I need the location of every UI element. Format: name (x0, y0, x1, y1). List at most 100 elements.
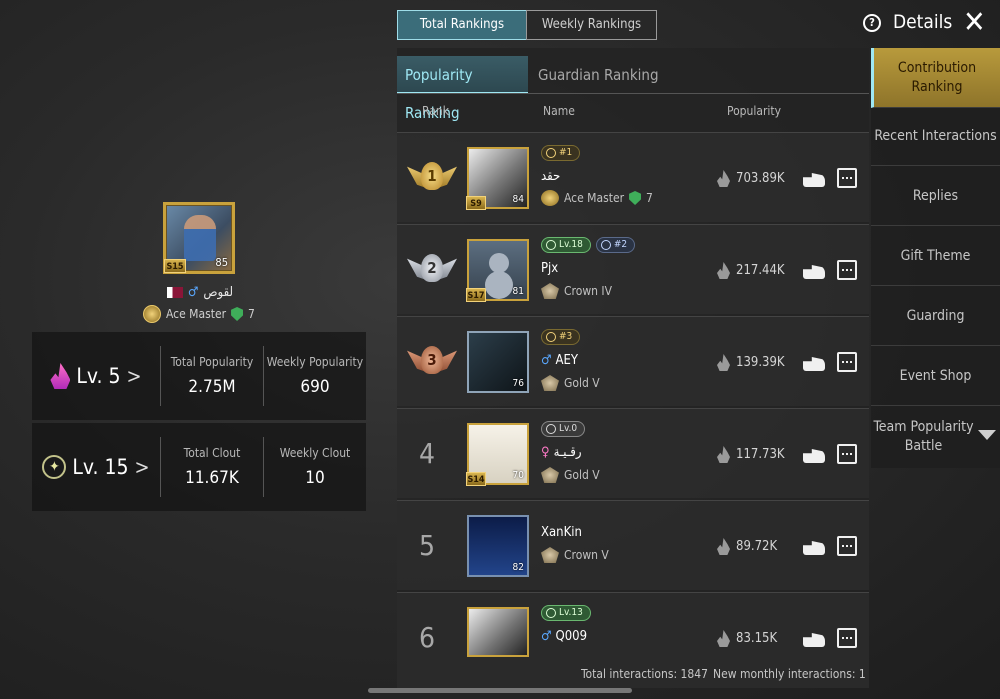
tag-row: #1 (541, 145, 581, 161)
season-badge: S14 (466, 472, 486, 486)
tag-text: Lv.13 (559, 607, 583, 618)
total-interactions: Total interactions: 1847 (581, 667, 708, 681)
table-row[interactable]: 4 S14 70 Lv.0 ♀ رقـيـة Gold V 117.73K (397, 408, 869, 498)
popularity-level: Lv. 5 (76, 364, 121, 388)
interact-hand-icon[interactable] (803, 259, 825, 281)
popularity-text: 83.15K (736, 631, 778, 646)
profile-name: لقوص (203, 285, 234, 300)
avatar[interactable]: 82 (467, 515, 529, 577)
message-icon[interactable] (837, 628, 857, 648)
tag-text: #3 (559, 331, 573, 342)
interact-hand-icon[interactable] (803, 167, 825, 189)
player-name: XanKin (541, 525, 582, 540)
popularity-level-button[interactable]: Lv. 5 > (32, 363, 160, 389)
tag-row: Lv.13 (541, 605, 591, 621)
chevron-down-icon[interactable] (978, 430, 996, 440)
tab-total-rankings[interactable]: Total Rankings (397, 10, 527, 40)
avatar[interactable]: S9 84 (466, 147, 529, 210)
avatar[interactable]: S17 81 (466, 239, 529, 302)
rank-medal-silver: 2 (407, 250, 457, 290)
interact-hand-icon[interactable] (803, 627, 825, 649)
avatar[interactable]: 76 (467, 331, 529, 393)
crown-icon (541, 547, 559, 563)
total-popularity-label: Total Popularity (170, 355, 254, 369)
tag-row: #3 (541, 329, 581, 345)
tab-guardian-ranking[interactable]: Guardian Ranking (530, 56, 670, 94)
menu-recent-interactions[interactable]: Recent Interactions (871, 108, 1000, 166)
table-row[interactable]: 3 76 #3 ♂ AEY Gold V 139.39K (397, 316, 869, 406)
flame-icon (717, 262, 730, 279)
player-rank: Ace Master 7 (541, 190, 653, 206)
popularity-text: 89.72K (736, 539, 778, 554)
interact-hand-icon[interactable] (803, 443, 825, 465)
column-popularity: Popularity (727, 104, 782, 118)
popularity-value: 83.15K (717, 630, 777, 647)
menu-contribution-ranking[interactable]: Contribution Ranking (871, 48, 1000, 108)
home-indicator[interactable] (368, 688, 632, 693)
total-clout-value: 11.67K (185, 468, 239, 488)
player-name: AEY (555, 353, 579, 368)
divider (397, 93, 869, 94)
popularity-value: 117.73K (717, 446, 785, 463)
clout-icon (546, 424, 556, 434)
flame-icon (717, 446, 730, 463)
menu-guarding[interactable]: Guarding (871, 288, 1000, 346)
weekly-popularity-value: 690 (300, 377, 330, 397)
menu-team-popularity-battle[interactable]: Team Popularity Battle (871, 406, 976, 468)
tab-weekly-rankings[interactable]: Weekly Rankings (526, 10, 657, 40)
message-icon[interactable] (837, 444, 857, 464)
crown-icon (541, 283, 559, 299)
interact-hand-icon[interactable] (803, 535, 825, 557)
message-icon[interactable] (837, 260, 857, 280)
message-icon[interactable] (837, 536, 857, 556)
popularity-value: 217.44K (717, 262, 785, 279)
flame-icon (717, 630, 730, 647)
popularity-text: 217.44K (736, 263, 785, 278)
table-row[interactable]: 5 82 XanKin Crown V 89.72K (397, 500, 869, 590)
frame-level: 82 (512, 562, 524, 573)
menu-replies[interactable]: Replies (871, 168, 1000, 226)
avatar[interactable] (467, 607, 529, 657)
menu-event-shop[interactable]: Event Shop (871, 348, 1000, 406)
popularity-rank-tag: #3 (541, 329, 581, 345)
clout-icon: ✦ (42, 455, 67, 479)
tag-text: #2 (613, 239, 628, 250)
help-icon[interactable]: ? (863, 14, 881, 32)
shield-icon (629, 191, 642, 205)
ace-master-icon (143, 305, 161, 323)
rank-title: Gold V (564, 468, 600, 482)
player-name: Q009 (555, 629, 588, 644)
details-link[interactable]: Details (893, 11, 952, 33)
player-rank: Crown V (541, 547, 609, 563)
popularity-rank-tag: #1 (541, 145, 581, 161)
clout-level-button[interactable]: ✦ Lv. 15 > (32, 455, 160, 479)
tag-text: Lv.18 (559, 239, 583, 250)
frame-level: 85 (215, 256, 228, 269)
table-row[interactable]: 1 S9 84 #1 حقد Ace Master 7 703.89K (397, 132, 869, 222)
player-rank: Gold V (541, 467, 600, 483)
rank-number: 3 (421, 346, 443, 374)
interact-hand-icon[interactable] (803, 351, 825, 373)
profile-avatar[interactable]: S15 85 (163, 202, 235, 274)
menu-gift-theme[interactable]: Gift Theme (871, 228, 1000, 286)
level-tag: Lv.0 (541, 421, 586, 437)
gold-rank-icon (541, 375, 559, 391)
total-clout: Total Clout 11.67K (161, 446, 263, 488)
popularity-panel: Lv. 5 > Total Popularity 2.75M Weekly Po… (32, 332, 366, 420)
flame-icon (546, 148, 556, 158)
rank-title: Crown V (564, 548, 609, 562)
avatar[interactable]: S14 70 (466, 423, 529, 486)
clout-panel: ✦ Lv. 15 > Total Clout 11.67K Weekly Clo… (32, 423, 366, 511)
male-icon: ♂ (187, 285, 199, 300)
rank-number: 5 (419, 529, 436, 562)
close-icon[interactable]: ✕ (963, 6, 986, 40)
profile-name-row: ♂ لقوص (140, 285, 260, 300)
player-name: Pjx (541, 261, 559, 276)
tab-popularity-ranking[interactable]: Popularity Ranking (397, 56, 528, 122)
male-icon: ♂ (541, 353, 552, 368)
message-icon[interactable] (837, 352, 857, 372)
table-row[interactable]: 2 S17 81 Lv.18 #2 Pjx Crown IV 217.44K (397, 224, 869, 314)
ace-master-icon (541, 190, 559, 206)
message-icon[interactable] (837, 168, 857, 188)
rank-title: Gold V (564, 376, 600, 390)
